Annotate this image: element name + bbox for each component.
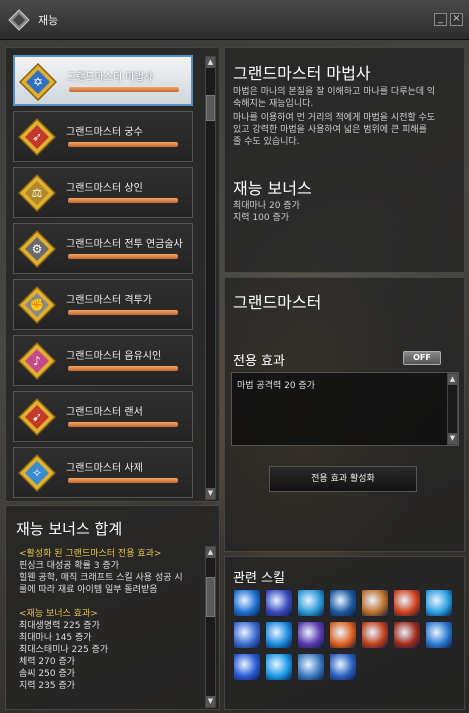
exclusive-effect-text: 마법 공격력 20 증가 [237, 381, 315, 391]
svg-text:✡: ✡ [33, 75, 43, 89]
talent-item-label: 그랜드마스터 사제 [66, 463, 143, 474]
blaze-icon[interactable] [329, 621, 357, 649]
minimize-button[interactable]: _ [434, 13, 447, 26]
svg-text:♪: ♪ [33, 354, 41, 368]
flame-icon[interactable] [361, 621, 389, 649]
svg-text:⚙: ⚙ [32, 242, 43, 256]
scroll-thumb[interactable] [206, 577, 215, 617]
scroll-up-arrow-icon[interactable]: ▲ [448, 374, 457, 385]
fist-icon: ✊ [18, 286, 56, 324]
fire-bolt-icon[interactable] [361, 589, 389, 617]
bonus-sum-line: 지력 235 증가 [19, 681, 76, 691]
bonus-sum-panel: 재능 보너스 합계 <활성화 된 그랜드마스터 전용 효과> 핀싱크 대성공 확률… [5, 505, 220, 710]
scroll-up-arrow-icon[interactable]: ▲ [206, 57, 215, 68]
grandmaster-title: 그랜드마스터 [233, 293, 322, 312]
talent-item[interactable]: ➹ 그랜드마스터 랜서 [13, 391, 193, 442]
talent-item-label: 그랜드마스터 랜서 [66, 407, 143, 418]
bonus-sum-scrollbar[interactable]: ▲ ▼ [205, 546, 216, 708]
talent-bonus-line: 지력 100 증가 [233, 213, 290, 223]
alchemy-gun-icon: ⚙ [18, 230, 56, 268]
talent-progress-bar [68, 142, 178, 147]
talent-item[interactable]: ➶ 그랜드마스터 궁수 [13, 111, 193, 162]
talent-logo-icon [8, 9, 30, 31]
ice-star-icon[interactable] [265, 621, 293, 649]
talent-item[interactable]: ♪ 그랜드마스터 음유시인 [13, 335, 193, 386]
talent-item-label: 그랜드마스터 음유시인 [66, 351, 162, 362]
svg-text:✊: ✊ [30, 298, 45, 312]
talent-list-scrollbar[interactable]: ▲ ▼ [205, 56, 216, 500]
talent-list-panel: ✡ 그랜드마스터 마법사 ➶ 그랜드마스터 궁수 ⚖ 그랜드마스터 상인 ⚙ 그랜드마스터 전… [5, 47, 220, 502]
lance-icon: ➹ [18, 398, 56, 436]
talent-item-label: 그랜드마스터 궁수 [66, 127, 143, 138]
talent-item-label: 그랜드마스터 격투가 [66, 295, 152, 306]
talent-bonus-title: 재능 보너스 [233, 179, 312, 198]
description-line: 숙해지는 재능입니다. [233, 99, 314, 109]
talent-progress-bar [68, 198, 178, 203]
talent-item[interactable]: ⚖ 그랜드마스터 상인 [13, 167, 193, 218]
lightning-icon[interactable] [233, 589, 261, 617]
talent-item[interactable]: ⚙ 그랜드마스터 전투 연금술사 [13, 223, 193, 274]
talent-progress-bar [68, 478, 178, 483]
description-line: 줄 수도 있습니다. [233, 137, 300, 147]
talent-progress-bar [68, 422, 178, 427]
bonus-sum-title: 재능 보너스 합계 [16, 520, 123, 538]
talent-item[interactable]: ✊ 그랜드마스터 격투가 [13, 279, 193, 330]
chain-lightning-icon[interactable] [233, 653, 261, 681]
meteor-icon[interactable] [393, 621, 421, 649]
bonus-sum-line: 룰에 따라 재료 아이템 일부 돌려받음 [19, 585, 158, 595]
talent-progress-bar [68, 310, 178, 315]
svg-text:➶: ➶ [32, 130, 42, 144]
svg-text:➹: ➹ [32, 410, 42, 424]
talent-progress-bar [69, 87, 179, 92]
blizzard-icon[interactable] [265, 653, 293, 681]
bow-icon: ➶ [18, 118, 56, 156]
effect-scrollbar[interactable]: ▲ ▼ [447, 373, 458, 445]
hexagram-icon: ✡ [19, 63, 57, 101]
scroll-down-arrow-icon[interactable]: ▼ [448, 433, 457, 444]
svg-text:⚖: ⚖ [32, 186, 43, 200]
exclusive-effect-box: 마법 공격력 20 증가 ▲ ▼ [231, 372, 459, 446]
lute-icon: ♪ [18, 342, 56, 380]
talent-progress-bar [68, 254, 178, 259]
scroll-down-arrow-icon[interactable]: ▼ [206, 696, 215, 707]
talent-title: 그랜드마스터 마법사 [233, 64, 371, 83]
scroll-up-arrow-icon[interactable]: ▲ [206, 547, 215, 558]
exclusive-effect-toggle[interactable]: OFF [403, 351, 441, 365]
talent-item-label: 그랜드마스터 전투 연금술사 [66, 239, 183, 250]
talent-item-label: 그랜드마스터 상인 [66, 183, 143, 194]
fireball-icon[interactable] [393, 589, 421, 617]
title-bar[interactable]: 재능 _ × [0, 0, 469, 40]
talent-detail-panel: 그랜드마스터 마법사 마법은 마나의 본질을 잘 이해하고 마나를 다루는데 익… [224, 47, 465, 273]
talent-progress-bar [68, 366, 178, 371]
grandmaster-panel: 그랜드마스터 전용 효과 OFF 마법 공격력 20 증가 ▲ ▼ 전용 효과 … [224, 277, 465, 552]
related-skills-panel: 관련 스킬 [224, 556, 465, 710]
related-skills-title: 관련 스킬 [233, 571, 285, 586]
snowflake-icon[interactable] [425, 621, 453, 649]
wizard-icon[interactable] [233, 621, 261, 649]
mana-shield-icon[interactable] [297, 653, 325, 681]
window-title: 재능 [38, 14, 59, 27]
close-button[interactable]: × [450, 13, 463, 26]
activate-exclusive-effect-button[interactable]: 전용 효과 활성화 [269, 466, 417, 492]
hexagram-icon[interactable] [329, 653, 357, 681]
talent-item[interactable]: ✡ 그랜드마스터 마법사 [13, 55, 193, 106]
scroll-thumb[interactable] [206, 95, 215, 121]
talent-item-label: 그랜드마스터 마법사 [67, 72, 153, 83]
mana-flower-icon[interactable] [297, 621, 325, 649]
ice-spear-icon[interactable] [297, 589, 325, 617]
talent-item[interactable]: ✧ 그랜드마스터 사제 [13, 447, 193, 498]
dove-icon: ✧ [18, 454, 56, 492]
scroll-down-arrow-icon[interactable]: ▼ [206, 488, 215, 499]
ice-burst-icon[interactable] [329, 589, 357, 617]
svg-text:✧: ✧ [32, 466, 42, 480]
thunder-staff-icon[interactable] [265, 589, 293, 617]
ice-crystal-icon[interactable] [425, 589, 453, 617]
exclusive-effect-label: 전용 효과 [233, 354, 285, 369]
scales-icon: ⚖ [18, 174, 56, 212]
